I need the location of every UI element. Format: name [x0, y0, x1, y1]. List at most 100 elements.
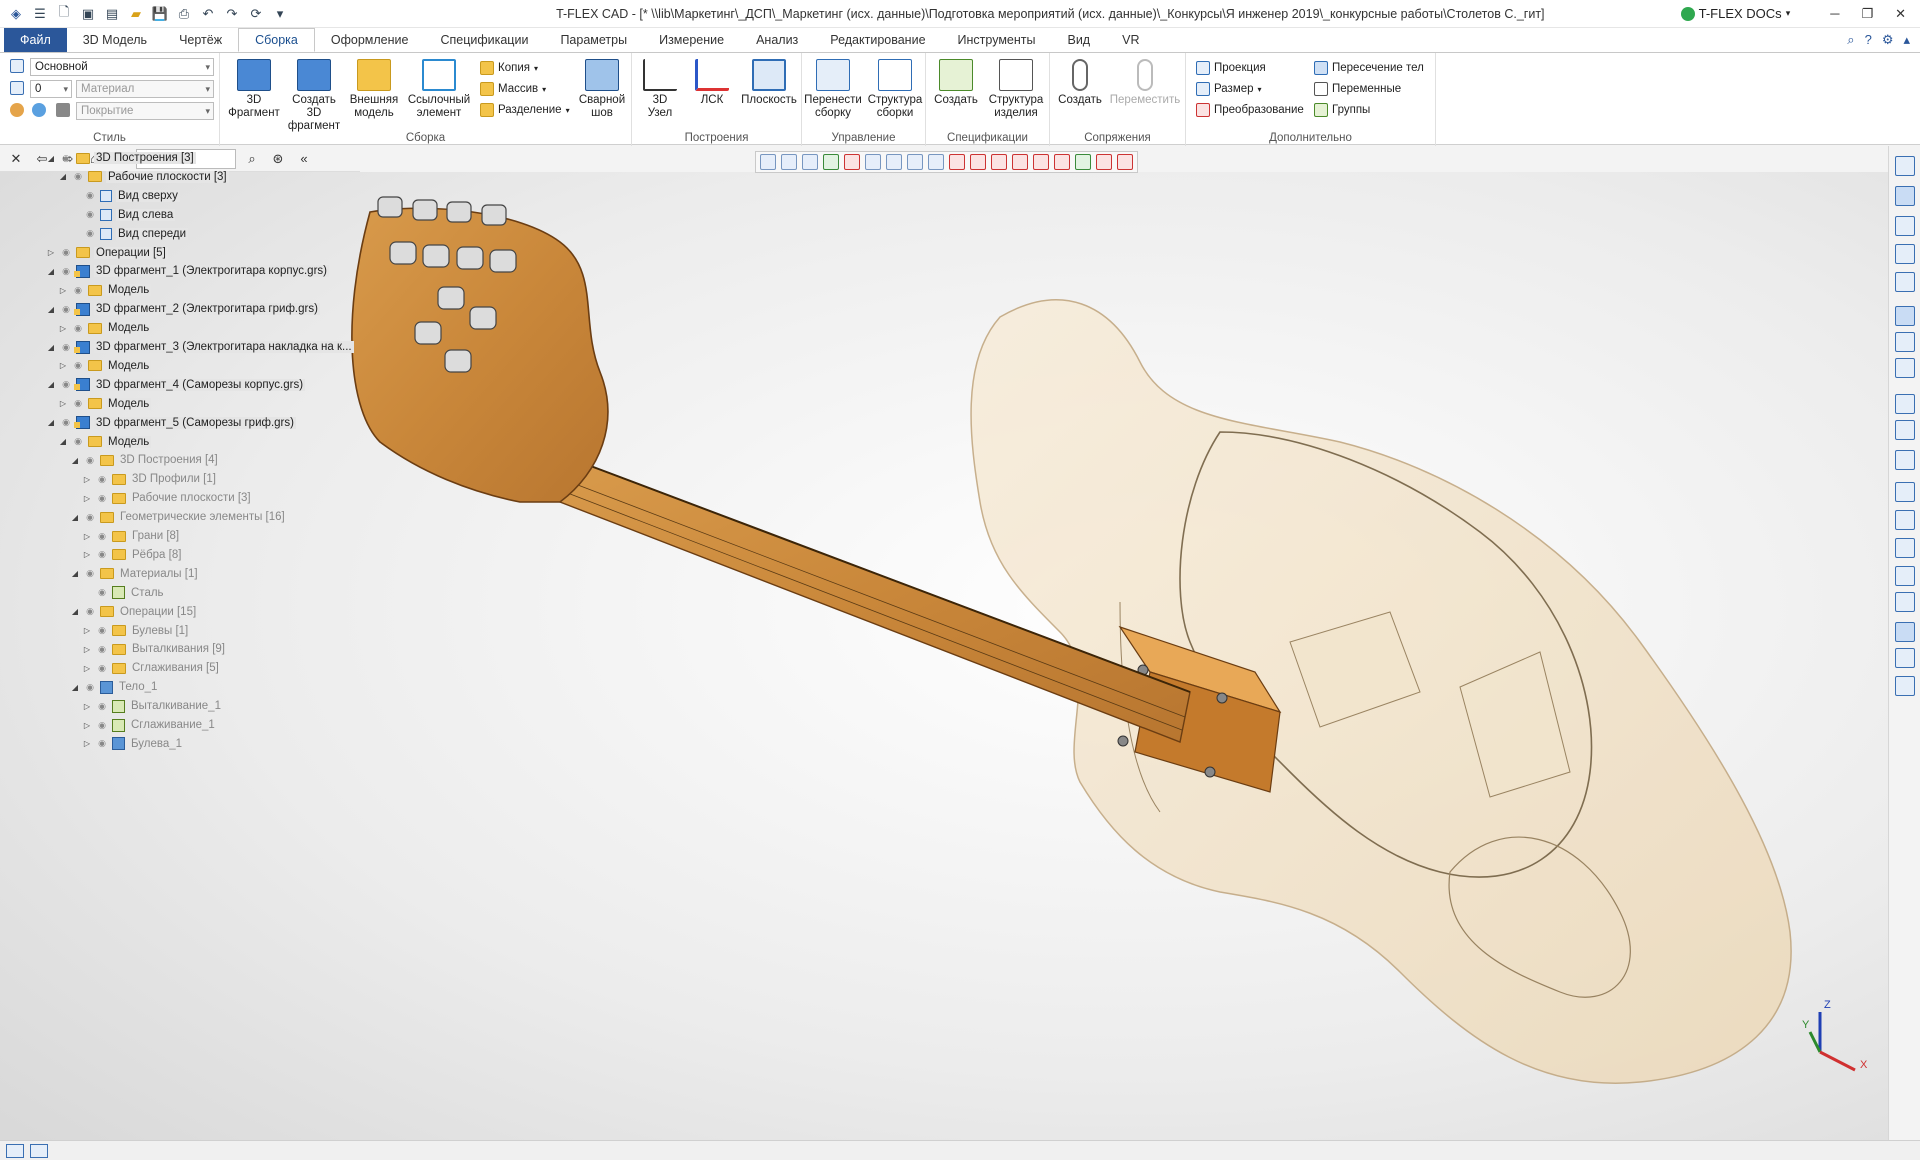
tab-11[interactable]: Вид: [1051, 28, 1106, 52]
magnet-icon[interactable]: [1895, 186, 1915, 206]
visibility-eye-icon[interactable]: ◉: [84, 209, 96, 220]
external-model-button[interactable]: Внешняя модель: [344, 57, 404, 120]
check-multi-icon[interactable]: [1895, 420, 1915, 440]
layer-combo[interactable]: Основной: [30, 58, 214, 76]
visibility-eye-icon[interactable]: ◉: [84, 228, 96, 239]
print-icon[interactable]: ⎙: [174, 4, 194, 24]
3d-node-button[interactable]: 3D Узел: [632, 57, 688, 120]
visibility-eye-icon[interactable]: ◉: [96, 625, 108, 636]
visibility-eye-icon[interactable]: ◉: [96, 549, 108, 560]
tree-row[interactable]: ▷ ◉ Модель: [58, 395, 152, 413]
tree-row[interactable]: ◢ ◉ Рабочие плоскости [3]: [58, 168, 229, 186]
tree-expander-icon[interactable]: ▷: [82, 664, 92, 673]
visibility-eye-icon[interactable]: ◉: [96, 493, 108, 504]
split-button[interactable]: Разделение ▾: [480, 101, 570, 119]
tree-expander-icon[interactable]: ◢: [70, 456, 80, 465]
color-icon[interactable]: [32, 103, 46, 117]
glasses-select-icon[interactable]: [1895, 332, 1915, 352]
visibility-eye-icon[interactable]: ◉: [72, 398, 84, 409]
tree-row[interactable]: ◢ ◉ Модель: [58, 433, 152, 451]
visibility-eye-icon[interactable]: ◉: [84, 682, 96, 693]
visibility-eye-icon[interactable]: ◉: [72, 285, 84, 296]
body-icon[interactable]: [949, 154, 965, 170]
glasses-icon[interactable]: [1895, 306, 1915, 326]
tree-row[interactable]: ◢ ◉ 3D фрагмент_3 (Электрогитара накладка …: [46, 338, 354, 356]
window-list-icon[interactable]: [30, 1143, 48, 1158]
lcs-filter-icon[interactable]: [907, 154, 923, 170]
visibility-eye-icon[interactable]: ◉: [72, 323, 84, 334]
visibility-eye-icon[interactable]: ◉: [84, 190, 96, 201]
undo-icon[interactable]: ↶: [198, 4, 218, 24]
tab-10[interactable]: Инструменты: [942, 28, 1052, 52]
tab-12[interactable]: VR: [1106, 28, 1155, 52]
visibility-eye-icon[interactable]: ◉: [96, 701, 108, 712]
tree-row[interactable]: ▷ ◉ Операции [5]: [46, 244, 168, 262]
plane-button[interactable]: Плоскость: [738, 57, 800, 107]
window-icon[interactable]: [1895, 156, 1915, 176]
size-button[interactable]: Размер ▾: [1196, 80, 1262, 98]
tab-1[interactable]: 3D Модель: [67, 28, 163, 52]
curve-icon[interactable]: [928, 154, 944, 170]
tree-expander-icon[interactable]: ▷: [82, 494, 92, 503]
menu-icon[interactable]: ☰: [30, 4, 50, 24]
tree-row[interactable]: ▷ ◉ Модель: [58, 281, 152, 299]
save-icon[interactable]: 💾: [150, 4, 170, 24]
variables-button[interactable]: Переменные: [1314, 80, 1401, 98]
grid-icon[interactable]: [865, 154, 881, 170]
layout-icon[interactable]: [6, 1143, 24, 1158]
gear-icon[interactable]: ⚙: [1882, 32, 1894, 48]
tree-expander-icon[interactable]: ◢: [46, 343, 56, 352]
tree-expander-icon[interactable]: ▷: [82, 532, 92, 541]
tree-row[interactable]: ◢ ◉ 3D фрагмент_4 (Саморезы корпус.grs): [46, 376, 306, 394]
tree-row[interactable]: ▷ ◉ Сглаживание_1: [82, 716, 217, 734]
tree-expander-icon[interactable]: ▷: [58, 286, 68, 295]
tree-expander-icon[interactable]: ◢: [70, 607, 80, 616]
search-icon[interactable]: ⌕: [242, 149, 262, 169]
app-logo-icon[interactable]: ◈: [6, 4, 26, 24]
tab-7[interactable]: Измерение: [643, 28, 740, 52]
tab-8[interactable]: Анализ: [740, 28, 814, 52]
tree-row[interactable]: ◢ ◉ 3D фрагмент_5 (Саморезы гриф.grs): [46, 414, 296, 432]
tree-row[interactable]: ◢ ◉ Тело_1: [70, 678, 159, 696]
restore-button[interactable]: ❐: [1861, 6, 1873, 22]
tree-expander-icon[interactable]: ▷: [58, 361, 68, 370]
visibility-eye-icon[interactable]: ◉: [60, 247, 72, 258]
visibility-eye-icon[interactable]: ◉: [84, 568, 96, 579]
product-structure-button[interactable]: Структура изделия: [984, 57, 1048, 120]
visibility-eye-icon[interactable]: ◉: [60, 342, 72, 353]
tree-expander-icon[interactable]: ▷: [82, 702, 92, 711]
tree-row[interactable]: ◢ ◉ 3D фрагмент_1 (Электрогитара корпус.gr…: [46, 262, 329, 280]
tree-expander-icon[interactable]: ▷: [82, 645, 92, 654]
tab-5[interactable]: Спецификации: [424, 28, 544, 52]
lcs-button[interactable]: ЛСК: [686, 57, 738, 107]
tree-row[interactable]: ▷ ◉ Рёбра [8]: [82, 546, 183, 564]
visibility-eye-icon[interactable]: ◉: [84, 512, 96, 523]
copy-button[interactable]: Копия ▾: [480, 59, 538, 77]
collapse-ribbon-icon[interactable]: ▴: [1903, 32, 1910, 48]
deselect-icon[interactable]: [844, 154, 860, 170]
groups-button[interactable]: Группы: [1314, 101, 1370, 119]
zoom-all-icon[interactable]: [1895, 272, 1915, 292]
open-folder-icon[interactable]: ▰: [126, 4, 146, 24]
tab-4[interactable]: Оформление: [315, 28, 425, 52]
tree-expander-icon[interactable]: ◢: [46, 154, 56, 163]
visibility-eye-icon[interactable]: ◉: [96, 474, 108, 485]
tree-expander-icon[interactable]: ◢: [70, 513, 80, 522]
glasses-hide-icon[interactable]: [1895, 358, 1915, 378]
visibility-eye-icon[interactable]: ◉: [84, 606, 96, 617]
close-button[interactable]: ✕: [1895, 6, 1906, 22]
create-3d-fragment-button[interactable]: Создать 3D фрагмент: [284, 57, 344, 133]
new-file-icon[interactable]: 🗋: [54, 4, 74, 24]
visibility-eye-icon[interactable]: ◉: [84, 455, 96, 466]
array-button[interactable]: Массив ▾: [480, 80, 546, 98]
palette-icon[interactable]: [10, 103, 24, 117]
tree-expander-icon[interactable]: ▷: [82, 739, 92, 748]
tree-expander-icon[interactable]: ◢: [70, 569, 80, 578]
visibility-eye-icon[interactable]: ◉: [96, 720, 108, 731]
tree-row[interactable]: ▷ ◉ Модель: [58, 357, 152, 375]
tree-expander-icon[interactable]: ▷: [82, 475, 92, 484]
camera-icon[interactable]: [1895, 622, 1915, 642]
coating-combo[interactable]: Покрытие: [76, 102, 214, 120]
visibility-eye-icon[interactable]: ◉: [60, 304, 72, 315]
select-all-icon[interactable]: [823, 154, 839, 170]
